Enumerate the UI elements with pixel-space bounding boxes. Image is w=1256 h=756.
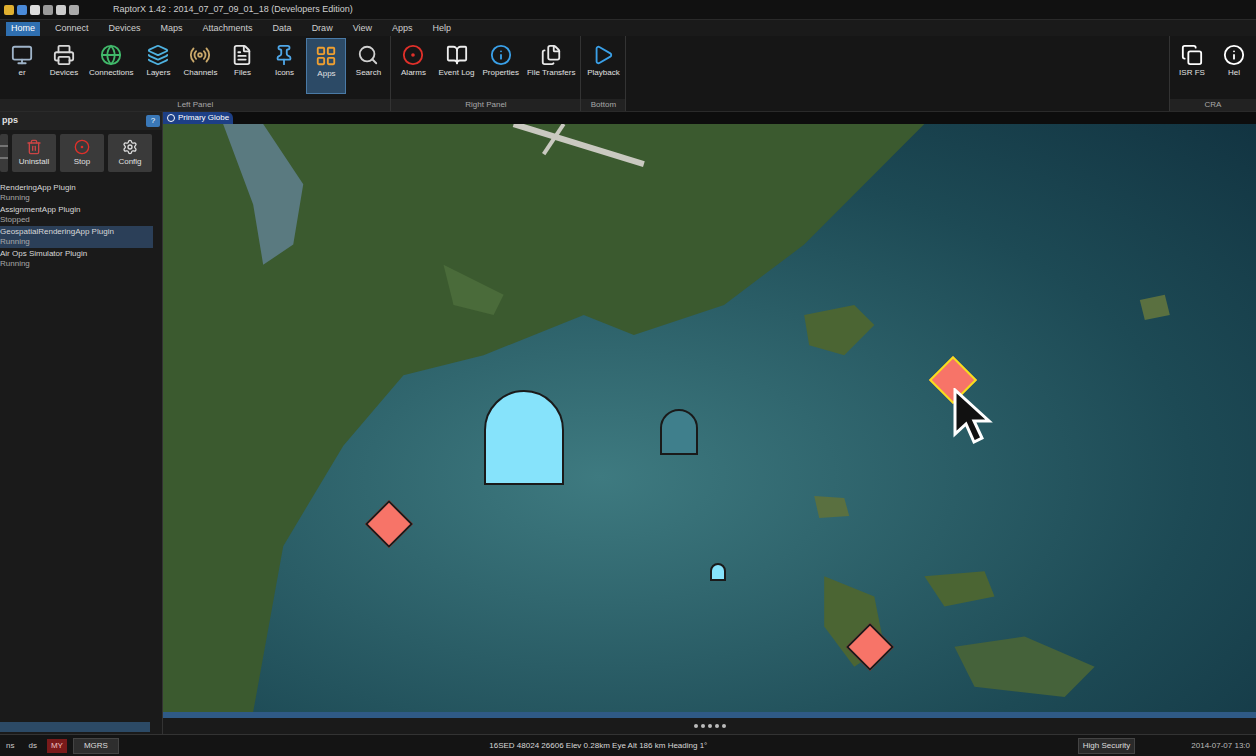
status-button[interactable]: ds: [24, 739, 40, 753]
quick-access-icon[interactable]: [43, 5, 53, 15]
status-bar: nsds MY MGRS 16SED 48024 26606 Elev 0.28km …: [0, 734, 1256, 756]
ribbon-button[interactable]: Playback: [583, 38, 623, 94]
ribbon-group: AlarmsEvent LogPropertiesFile Transfers R…: [391, 36, 581, 111]
ribbon-icon: [490, 42, 512, 68]
ribbon-icon: [402, 42, 424, 68]
menu-tab[interactable]: Devices: [104, 22, 146, 36]
security-label: High Security: [1078, 738, 1136, 754]
quick-access-icon[interactable]: [17, 5, 27, 15]
ribbon-button[interactable]: Properties: [480, 38, 522, 94]
menu-bar: Home Connect Devices Maps Attachments Data Dra…: [0, 20, 1256, 36]
quick-access-icon[interactable]: [30, 5, 40, 15]
menu-tab[interactable]: Maps: [156, 22, 188, 36]
ribbon-button[interactable]: Apps: [306, 38, 346, 94]
ribbon-icon: [446, 42, 468, 68]
cursor-icon: [953, 388, 995, 446]
toolbar-button[interactable]: Uninstall: [12, 134, 56, 172]
ribbon-button[interactable]: Alarms: [393, 38, 433, 94]
ribbon-icon: [1181, 42, 1203, 68]
ribbon-button[interactable]: Connections: [86, 38, 136, 94]
help-button[interactable]: ?: [146, 115, 160, 127]
coordinates: 16SED 48024 26606 Elev 0.28km Eye Alt 18…: [489, 740, 707, 752]
ribbon-icon: [540, 42, 562, 68]
plugin-row[interactable]: GeospatialRenderingApp PluginRunning: [0, 226, 153, 248]
menu-tab[interactable]: Data: [268, 22, 297, 36]
ribbon-button[interactable]: Search: [348, 38, 388, 94]
ribbon-icon: [189, 42, 211, 68]
toolbar-button[interactable]: Config: [108, 134, 152, 172]
ribbon-group-label: Right Panel: [391, 99, 580, 111]
toolbar-button[interactable]: [0, 134, 8, 172]
window-title: RaptorX 1.42 : 2014_07_07_09_01_18 (Deve…: [113, 3, 353, 17]
ribbon-group: erDevicesConnectionsLayersChannelsFilesI…: [0, 36, 391, 111]
clock: 2014-07-07 13:0: [1191, 740, 1250, 752]
ribbon-group: Playback Bottom: [581, 36, 626, 111]
ribbon-button[interactable]: Hel: [1214, 38, 1254, 94]
plugin-row[interactable]: AssignmentApp PluginStopped: [0, 204, 153, 226]
plugin-list: RenderingApp PluginRunningAssignmentApp …: [0, 182, 162, 270]
map-canvas[interactable]: [163, 124, 1256, 712]
globe-icon: [167, 114, 175, 122]
menu-tab[interactable]: Draw: [307, 22, 338, 36]
ribbon-group: ISR FSHel CRA: [1169, 36, 1256, 111]
ribbon-button[interactable]: Icons: [264, 38, 304, 94]
ribbon-icon: [231, 42, 253, 68]
quick-access-icon[interactable]: [4, 5, 14, 15]
ribbon-button[interactable]: File Transfers: [524, 38, 578, 94]
app-toolbar: UninstallStopConfig: [0, 130, 162, 176]
plugin-row[interactable]: RenderingApp PluginRunning: [0, 182, 153, 204]
title-bar: RaptorX 1.42 : 2014_07_07_09_01_18 (Deve…: [0, 0, 1256, 20]
menu-tab[interactable]: Connect: [50, 22, 94, 36]
quick-access-icon[interactable]: [69, 5, 79, 15]
quick-access-icon[interactable]: [56, 5, 66, 15]
ribbon-icon: [11, 42, 33, 68]
friendly-marker[interactable]: [484, 390, 564, 485]
menu-tab[interactable]: Help: [428, 22, 457, 36]
ribbon-icon: [315, 43, 337, 69]
ribbon: erDevicesConnectionsLayersChannelsFilesI…: [0, 36, 1256, 112]
menu-tab[interactable]: Attachments: [198, 22, 258, 36]
ribbon-icon: [1223, 42, 1245, 68]
friendly-marker[interactable]: [660, 409, 698, 455]
apps-panel: pps?UninstallStopConfigRenderingApp Plug…: [0, 112, 163, 734]
status-button[interactable]: MY: [47, 739, 67, 753]
ribbon-icon: [357, 42, 379, 68]
status-button[interactable]: MGRS: [73, 738, 119, 754]
ribbon-button[interactable]: Event Log: [435, 38, 477, 94]
ribbon-icon: [53, 42, 75, 68]
ribbon-group-label: CRA: [1170, 99, 1256, 111]
map-tab-strip: Primary Globe: [163, 112, 1256, 124]
menu-tab[interactable]: Apps: [387, 22, 418, 36]
ribbon-button[interactable]: Files: [222, 38, 262, 94]
ribbon-button[interactable]: ISR FS: [1172, 38, 1212, 94]
panel-scrollbar[interactable]: [0, 722, 150, 732]
plugin-row[interactable]: Air Ops Simulator PluginRunning: [0, 248, 153, 270]
ribbon-icon: [273, 42, 295, 68]
ribbon-button[interactable]: er: [2, 38, 42, 94]
ribbon-button[interactable]: Devices: [44, 38, 84, 94]
page-dots: [163, 718, 1256, 734]
ribbon-icon: [100, 42, 122, 68]
app-window: RaptorX 1.42 : 2014_07_07_09_01_18 (Deve…: [0, 0, 1256, 756]
map-view: Primary Globe: [163, 112, 1256, 734]
menu-tab[interactable]: View: [348, 22, 377, 36]
friendly-marker[interactable]: [710, 563, 726, 581]
map-tab[interactable]: Primary Globe: [163, 112, 233, 124]
ribbon-button[interactable]: Channels: [180, 38, 220, 94]
toolbar-button[interactable]: Stop: [60, 134, 104, 172]
ribbon-group-label: Left Panel: [0, 99, 390, 111]
menu-tab[interactable]: Home: [6, 22, 40, 36]
status-button[interactable]: ns: [2, 739, 18, 753]
ribbon-group-label: Bottom: [581, 99, 625, 111]
ribbon-icon: [147, 42, 169, 68]
satellite-map-icon: [163, 124, 1256, 712]
ribbon-icon: [592, 42, 614, 68]
panel-header: pps?: [0, 112, 162, 130]
ribbon-button[interactable]: Layers: [138, 38, 178, 94]
